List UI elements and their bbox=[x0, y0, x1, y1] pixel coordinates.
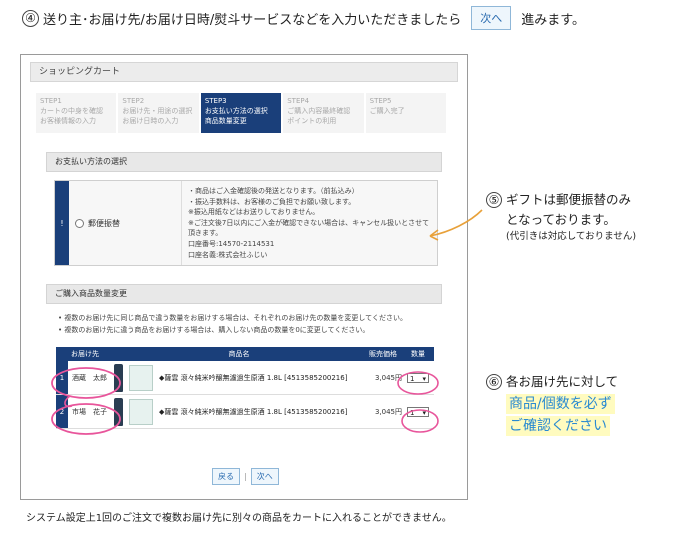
instruction-line: ④ 送り主･お届け先/お届け日時/熨斗サービスなどを入力いただきましたら 次へ … bbox=[22, 6, 585, 30]
payment-option-row: ! 郵便振替 ・商品はご入金確認後の発送となります。（前払込み） ・振込手数料は… bbox=[54, 180, 438, 266]
back-button[interactable]: 戻る bbox=[212, 468, 240, 485]
note-item: • 複数のお届け先に違う商品をお届けする場合は、購入しない商品の数量を0に変更し… bbox=[58, 326, 370, 334]
step-2: STEP2 お届け先・用途の選択 お届け日時の入力 bbox=[118, 93, 201, 133]
recipient-name: 市場 花子 bbox=[72, 407, 107, 416]
quantity-select[interactable]: 1 ▾ bbox=[407, 372, 429, 383]
label-image bbox=[129, 398, 153, 425]
next-button[interactable]: 次へ bbox=[250, 468, 279, 485]
callout-gift-payment: ⑤ ギフトは郵便振替のみ となっております。 (代引きは対応しておりません) bbox=[486, 190, 636, 243]
payment-info: ・商品はご入金確認後の発送となります。（前払込み） ・振込手数料は、お客様のご負… bbox=[188, 187, 430, 259]
bottle-image bbox=[114, 397, 123, 426]
quantity-section-title: ご購入商品数量変更 bbox=[46, 284, 442, 304]
instruction-text: 送り主･お届け先/お届け日時/熨斗サービスなどを入力いただきましたら bbox=[43, 12, 462, 28]
note-item: • 複数のお届け先に同じ商品で違う数量をお届けする場合は、それぞれのお届け先の数… bbox=[58, 314, 407, 322]
payment-option-label: 郵便振替 bbox=[88, 218, 120, 228]
callout-check-items: ⑥ 各お届け先に対して 商品/個数を必ず ご確認ください bbox=[486, 372, 618, 436]
step-5: STEP5 ご購入完了 bbox=[365, 93, 449, 133]
step-4: STEP4 ご購入内容最終確認 ポイントの利用 bbox=[283, 93, 366, 133]
radio-icon[interactable] bbox=[75, 218, 84, 228]
quantity-select[interactable]: 1 ▾ bbox=[407, 406, 429, 417]
payment-radio-postal[interactable]: 郵便振替 bbox=[69, 181, 182, 265]
alert-marker: ! bbox=[55, 181, 69, 265]
step-indicator: STEP1 カートの中身を確認 お客様情報の入力 STEP2 お届け先・用途の選択 お届… bbox=[36, 93, 449, 133]
nav-buttons: 戻る | 次へ bbox=[212, 468, 279, 485]
separator: | bbox=[244, 472, 247, 481]
step-3-current: STEP3 お支払い方法の選択 商品数量変更 bbox=[200, 93, 284, 133]
bottle-image bbox=[114, 363, 123, 392]
table-header: お届け先 商品名 販売価格 数量 bbox=[56, 347, 434, 361]
product-name: ◆薩雲 滾々純米吟醸無濾過生原酒 1.8L [4513585200216] bbox=[159, 407, 348, 416]
label-image bbox=[129, 364, 153, 391]
next-button-sample: 次へ bbox=[471, 6, 512, 30]
price: 3,045円 bbox=[374, 373, 402, 382]
table-row: 1 酒蔵 太郎 ◆薩雲 滾々純米吟醸無濾過生原酒 1.8L [4513585200… bbox=[56, 361, 434, 395]
product-name: ◆薩雲 滾々純米吟醸無濾過生原酒 1.8L [4513585200216] bbox=[159, 373, 348, 382]
chevron-down-icon: ▾ bbox=[422, 374, 426, 383]
quantity-table: お届け先 商品名 販売価格 数量 1 酒蔵 太郎 ◆薩雲 滾々純米吟醸無濾過生原酒… bbox=[56, 347, 434, 429]
quantity-notes: • 複数のお届け先に同じ商品で違う数量をお届けする場合は、それぞれのお届け先の数… bbox=[58, 312, 438, 336]
footnote: システム設定上1回のご注文で複数お届け先に別々の商品をカートに入れることができま… bbox=[26, 513, 452, 524]
price: 3,045円 bbox=[374, 407, 402, 416]
chevron-down-icon: ▾ bbox=[422, 408, 426, 417]
step-number-badge: ④ bbox=[22, 9, 39, 27]
instruction-suffix: 進みます。 bbox=[521, 12, 585, 28]
table-row: 2 市場 花子 ◆薩雲 滾々純米吟醸無濾過生原酒 1.8L [4513585200… bbox=[56, 395, 434, 429]
recipient-name: 酒蔵 太郎 bbox=[72, 373, 107, 382]
step-1: STEP1 カートの中身を確認 お客様情報の入力 bbox=[36, 93, 119, 133]
payment-section-title: お支払い方法の選択 bbox=[46, 152, 442, 172]
cart-title: ショッピングカート bbox=[30, 62, 458, 82]
